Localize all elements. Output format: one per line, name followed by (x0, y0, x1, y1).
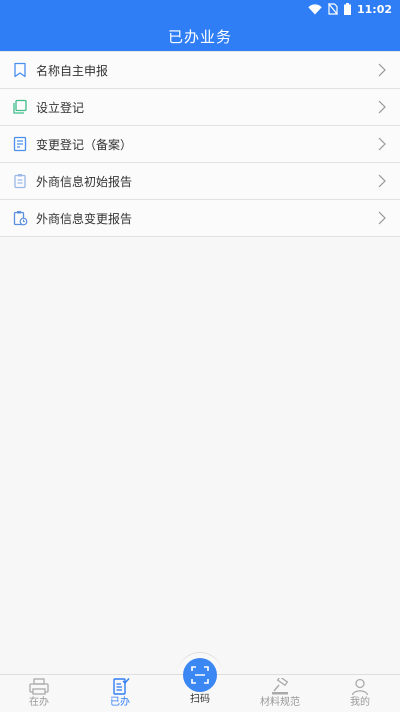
list-item-label: 名称自主申报 (36, 63, 109, 78)
battery-icon (343, 3, 351, 15)
list-item-foreign-initial-report[interactable]: 外商信息初始报告 (0, 163, 400, 200)
tab-label: 在办 (29, 697, 49, 708)
checklist-icon (113, 678, 130, 695)
list-item-label: 外商信息变更报告 (36, 211, 133, 226)
tab-completed[interactable]: 已办 (90, 675, 150, 712)
report-clock-icon (12, 210, 28, 226)
chevron-right-icon (378, 100, 386, 114)
tab-label: 我的 (350, 697, 370, 708)
no-sim-icon (328, 3, 338, 15)
bookmark-icon (12, 62, 28, 78)
printer-icon (29, 678, 49, 695)
business-list: 名称自主申报 设立登记 变更登记（备案） 外商信息初始报告 外商信息变更报告 (0, 51, 400, 237)
status-time: 11:02 (356, 2, 392, 16)
chevron-right-icon (378, 137, 386, 151)
status-bar: 11:02 (0, 0, 400, 18)
list-item-label: 变更登记（备案） (36, 137, 133, 152)
tab-label: 已办 (110, 697, 130, 708)
list-item-establishment[interactable]: 设立登记 (0, 89, 400, 126)
app-header: 11:02 已办业务 (0, 0, 400, 51)
list-item-name-declaration[interactable]: 名称自主申报 (0, 51, 400, 89)
list-item-label: 设立登记 (36, 100, 85, 115)
list-item-foreign-change-report[interactable]: 外商信息变更报告 (0, 200, 400, 237)
copy-icon (12, 99, 28, 115)
tab-mine[interactable]: 我的 (330, 675, 390, 712)
list-item-label: 外商信息初始报告 (36, 174, 133, 189)
chevron-right-icon (378, 211, 386, 225)
user-icon (351, 678, 369, 696)
report-doc-icon (12, 173, 28, 189)
list-item-change-registration[interactable]: 变更登记（备案） (0, 126, 400, 163)
chevron-right-icon (378, 174, 386, 188)
chevron-right-icon (378, 63, 386, 77)
scan-icon (191, 666, 209, 684)
tab-label: 材料规范 (260, 697, 300, 708)
tab-material-specs[interactable]: 材料规范 (250, 675, 310, 712)
document-edit-icon (12, 136, 28, 152)
gavel-icon (272, 678, 289, 695)
wifi-icon (308, 3, 322, 14)
tab-scan-label[interactable]: 扫码 (180, 690, 220, 705)
tab-in-progress[interactable]: 在办 (9, 675, 69, 712)
scan-button[interactable] (183, 658, 217, 692)
page-title: 已办业务 (167, 28, 232, 46)
